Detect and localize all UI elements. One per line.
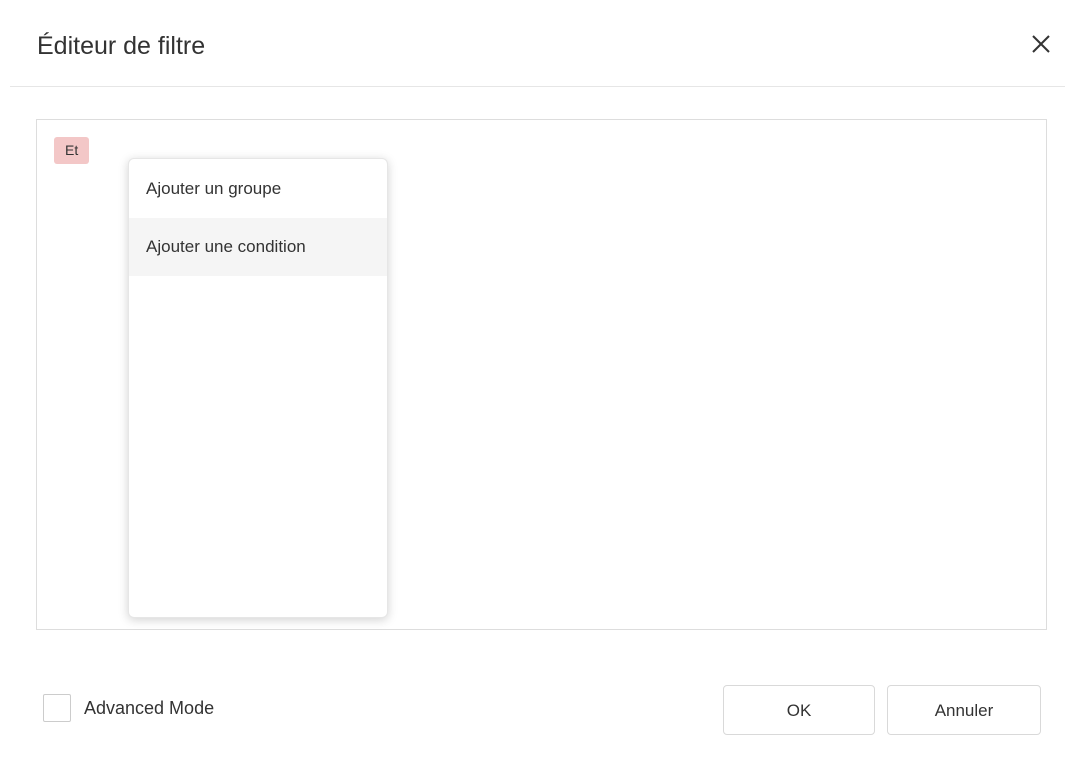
- filter-editor-dialog: Éditeur de filtre Et Ajouter un groupe A…: [10, 10, 1065, 769]
- close-icon[interactable]: [1027, 32, 1055, 60]
- advanced-mode-label: Advanced Mode: [84, 697, 215, 718]
- ok-button[interactable]: OK: [723, 685, 875, 735]
- dialog-footer: Advanced Mode OK Annuler: [10, 670, 1065, 750]
- menu-item-add-group[interactable]: Ajouter un groupe: [129, 160, 387, 218]
- cancel-button[interactable]: Annuler: [887, 685, 1041, 735]
- dialog-title: Éditeur de filtre: [37, 32, 206, 60]
- advanced-mode-checkbox[interactable]: [43, 694, 71, 722]
- group-operator-button[interactable]: Et: [54, 137, 90, 164]
- menu-item-add-condition[interactable]: Ajouter une condition: [129, 218, 387, 276]
- add-context-menu: Ajouter un groupe Ajouter une condition: [128, 158, 388, 618]
- dialog-header: Éditeur de filtre: [10, 10, 1065, 87]
- advanced-mode-toggle[interactable]: Advanced Mode: [43, 694, 214, 722]
- close-icon-glyph: [1032, 35, 1050, 53]
